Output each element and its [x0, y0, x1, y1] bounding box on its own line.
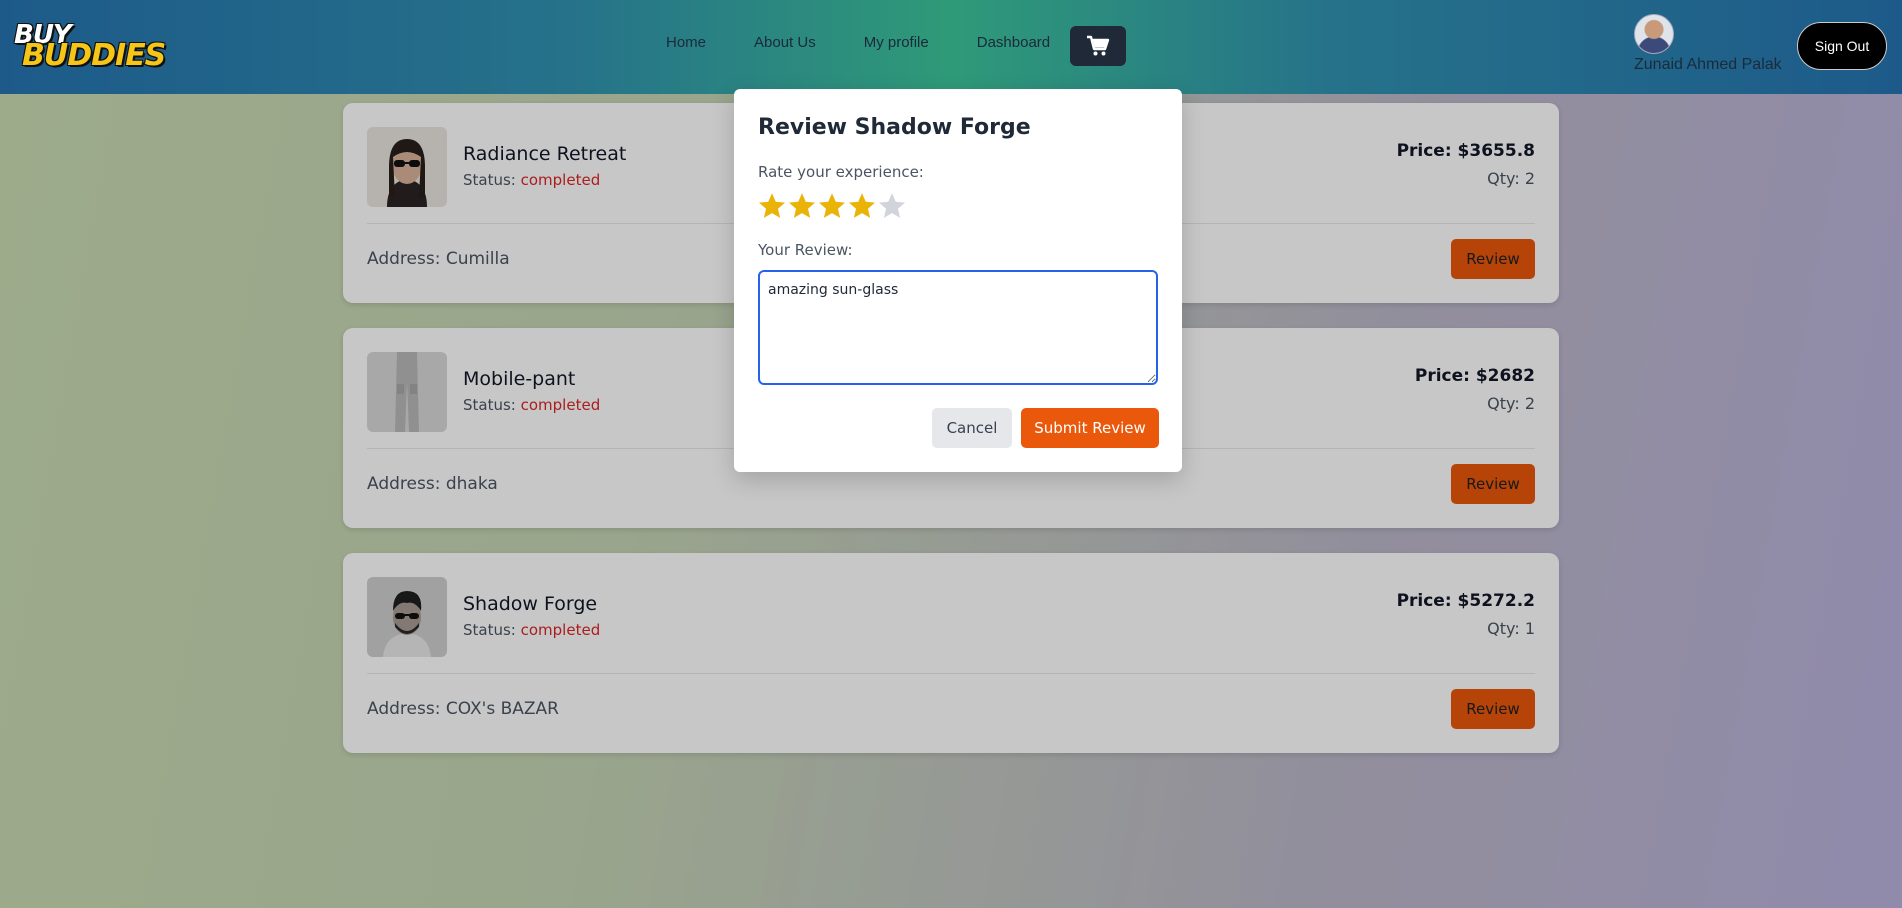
nav-link-about-us[interactable]: About Us: [754, 30, 816, 55]
star-rating[interactable]: [757, 191, 907, 221]
star-icon[interactable]: [877, 191, 907, 221]
cancel-button[interactable]: Cancel: [932, 408, 1012, 448]
cart-button[interactable]: [1070, 26, 1126, 66]
user-name: Zunaid Ahmed Palak: [1634, 56, 1782, 73]
review-modal: Review Shadow Forge Rate your experience…: [734, 89, 1182, 472]
rating-label: Rate your experience:: [758, 163, 924, 181]
shopping-cart-icon: [1087, 35, 1110, 56]
nav-links: Home About Us My profile Dashboard: [666, 30, 1098, 55]
modal-title: Review Shadow Forge: [758, 115, 1031, 140]
star-icon[interactable]: [847, 191, 877, 221]
brand-logo[interactable]: BUY BUDDIES: [14, 20, 166, 73]
navbar: BUY BUDDIES Home About Us My profile Das…: [0, 0, 1902, 94]
review-textarea[interactable]: [758, 270, 1158, 385]
nav-link-my-profile[interactable]: My profile: [864, 30, 929, 55]
submit-review-button[interactable]: Submit Review: [1021, 408, 1159, 448]
nav-link-dashboard[interactable]: Dashboard: [977, 30, 1050, 55]
logo-word-buddies: BUDDIES: [22, 38, 166, 73]
star-icon[interactable]: [787, 191, 817, 221]
user-avatar[interactable]: [1634, 14, 1674, 54]
nav-link-home[interactable]: Home: [666, 30, 706, 55]
star-icon[interactable]: [817, 191, 847, 221]
review-field-label: Your Review:: [758, 241, 853, 259]
sign-out-button[interactable]: Sign Out: [1797, 22, 1887, 70]
star-icon[interactable]: [757, 191, 787, 221]
